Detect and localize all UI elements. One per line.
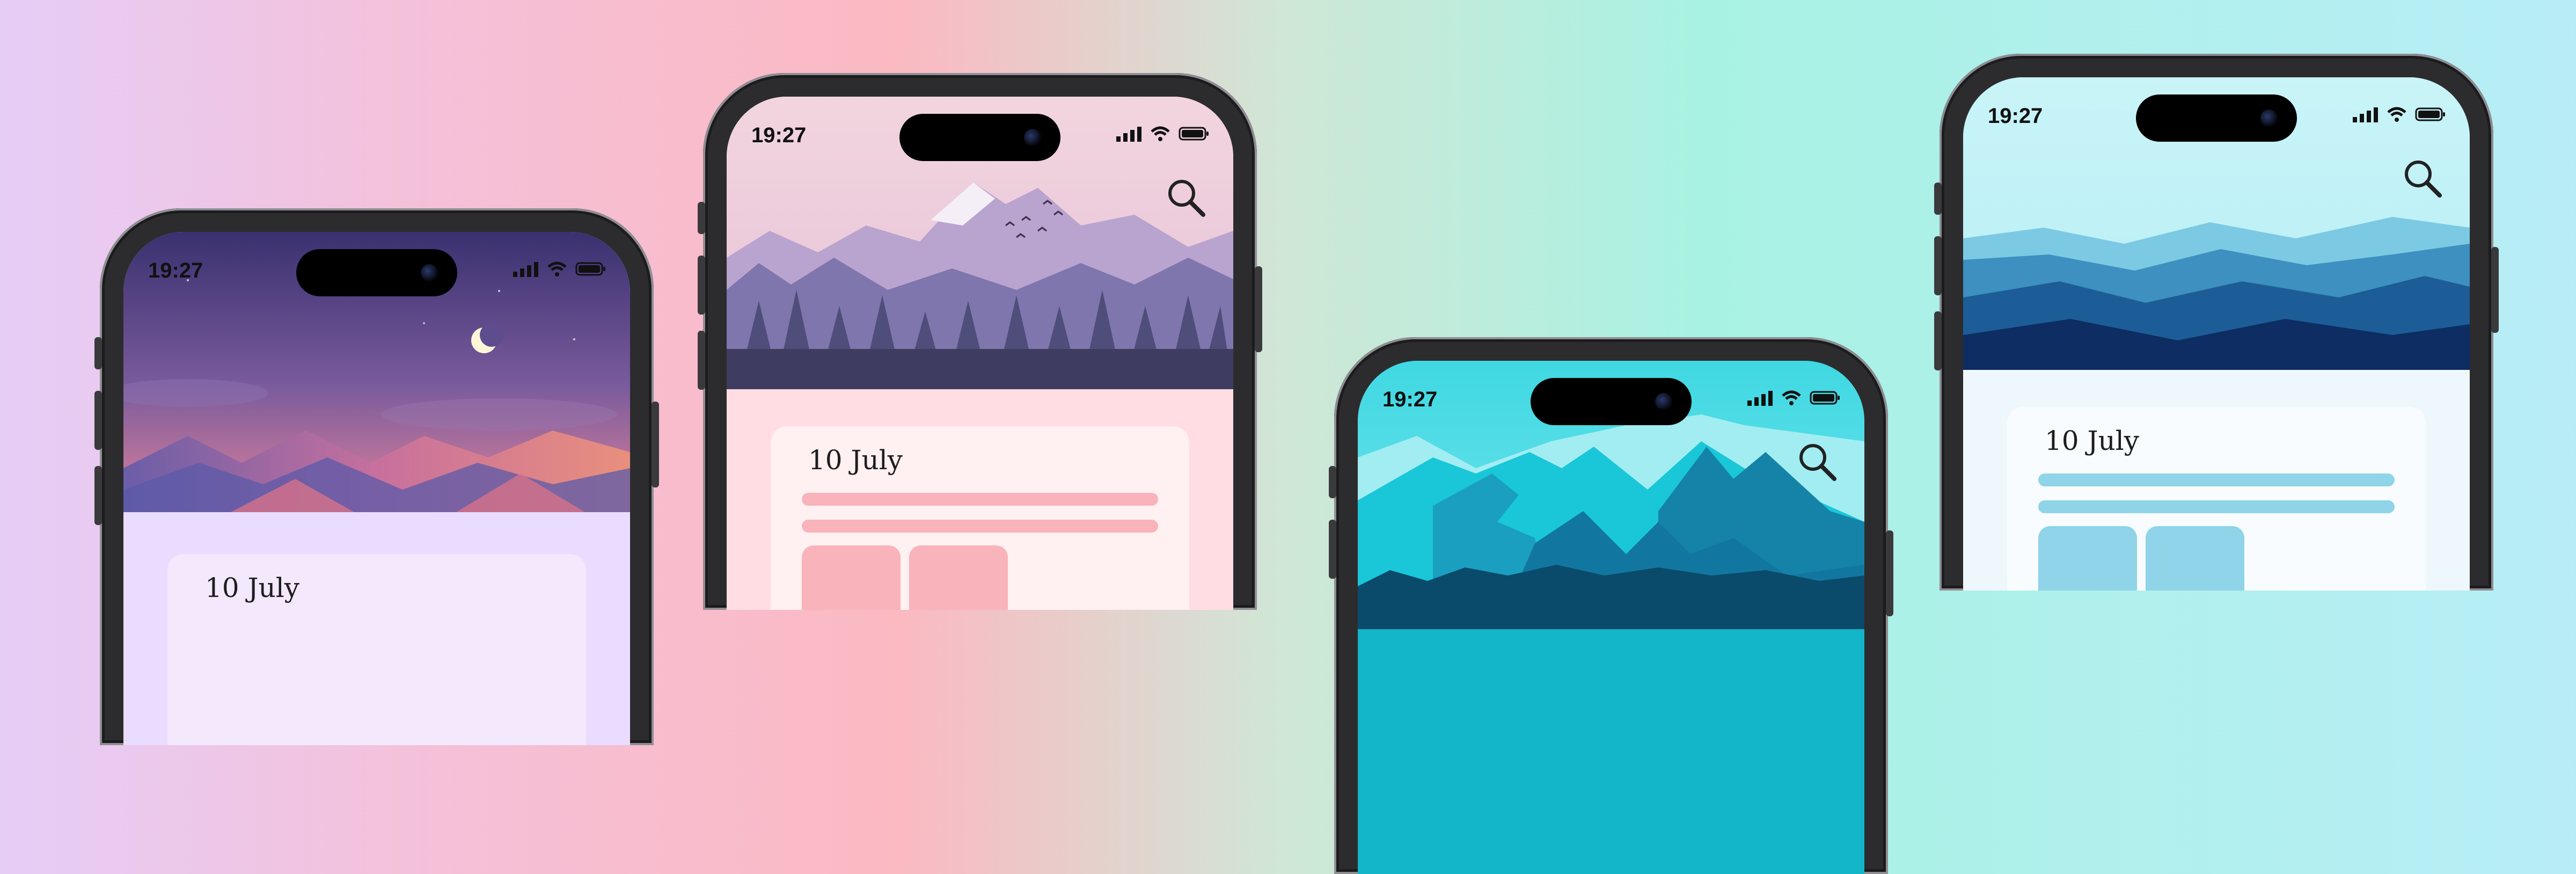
signal-icon [1747, 391, 1773, 406]
wifi-icon [1151, 126, 1170, 141]
status-icons [2353, 106, 2446, 122]
dynamic-island [1531, 378, 1692, 425]
dynamic-island [296, 249, 457, 296]
journal-card-1[interactable]: 10 July [167, 554, 586, 745]
search-icon [2405, 161, 2442, 198]
search-button[interactable] [1166, 177, 1206, 221]
search-icon [1168, 180, 1205, 217]
action-button [698, 202, 705, 234]
volume-up-button [698, 256, 705, 315]
front-camera [421, 264, 438, 281]
phone-screen-1: 19:27 10 July [123, 232, 630, 745]
front-camera [1655, 393, 1672, 410]
status-icons [513, 261, 606, 277]
text-line-placeholder [802, 493, 1158, 506]
battery-icon [575, 262, 605, 276]
power-button [2491, 247, 2499, 333]
text-line-placeholder [2038, 500, 2395, 513]
wifi-icon [1782, 390, 1801, 405]
volume-down-button [94, 466, 102, 525]
image-tile-placeholder [802, 545, 901, 610]
journal-card-2[interactable]: 10 July [771, 426, 1189, 610]
phone-mockup-1: 19:27 10 July [94, 208, 659, 745]
card-date: 10 July [808, 445, 903, 476]
action-button [1934, 183, 1942, 215]
wifi-icon [2387, 107, 2406, 122]
battery-icon [1810, 391, 1840, 405]
volume-up-button [1329, 520, 1336, 579]
phone-screen-4: 19:27 10 July [1963, 77, 2470, 591]
volume-up-button [94, 391, 102, 450]
card-date: 10 July [2045, 425, 2140, 456]
front-camera [1024, 129, 1041, 146]
wifi-icon [547, 261, 567, 276]
battery-icon [1179, 127, 1209, 141]
battery-icon [2415, 107, 2445, 121]
image-tile-placeholder [2146, 526, 2244, 591]
volume-down-button [1934, 311, 1942, 370]
search-button[interactable] [1797, 441, 1838, 485]
front-camera [2260, 110, 2278, 127]
phone-mockup-3: 19:27 [1329, 337, 1893, 874]
status-time: 19:27 [751, 123, 807, 147]
status-time: 19:27 [1988, 104, 2043, 128]
card-date: 10 July [205, 572, 300, 603]
image-tile-placeholder [909, 545, 1008, 610]
image-tile-placeholder [2038, 526, 2137, 591]
status-icons [1747, 390, 1841, 406]
volume-down-button [698, 331, 705, 390]
action-button [1329, 466, 1336, 498]
volume-up-button [1934, 236, 1942, 295]
phone-mockup-2: 19:27 10 July [698, 73, 1262, 610]
power-button [1255, 266, 1262, 352]
dynamic-island [2136, 94, 2297, 142]
search-button[interactable] [2402, 158, 2443, 201]
dynamic-island [899, 114, 1060, 161]
phone-screen-3: 19:27 [1358, 361, 1864, 874]
signal-icon [513, 262, 538, 277]
power-button [1886, 530, 1893, 616]
action-button [94, 337, 102, 369]
signal-icon [1116, 127, 1141, 142]
text-line-placeholder [2038, 474, 2395, 486]
status-time: 19:27 [148, 259, 203, 282]
phone-mockup-4: 19:27 10 July [1934, 54, 2499, 591]
signal-icon [2353, 107, 2378, 122]
status-time: 19:27 [1382, 388, 1438, 411]
text-line-placeholder [802, 520, 1158, 533]
journal-card-4[interactable]: 10 July [2007, 407, 2426, 591]
phone-screen-2: 19:27 10 July [727, 97, 1233, 610]
search-icon [1799, 444, 1836, 481]
status-icons [1116, 126, 1210, 142]
power-button [652, 402, 659, 487]
